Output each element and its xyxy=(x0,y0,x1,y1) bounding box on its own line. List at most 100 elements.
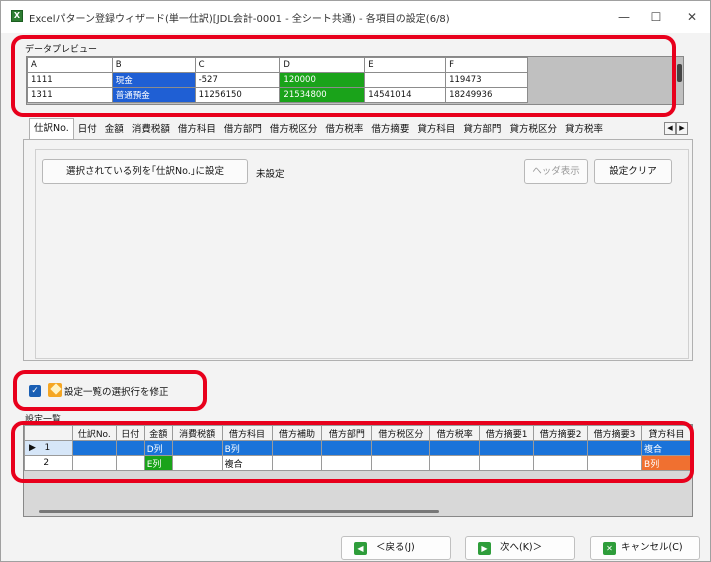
settings-cell[interactable] xyxy=(271,440,323,456)
field-tab-bar: 仕訳No. 日付 金額 消費税額 借方科目 借方部門 借方税区分 借方税率 借方… xyxy=(29,118,693,139)
row-selector[interactable]: ▶ 1 xyxy=(24,440,73,456)
back-button-label: ＜戻る(J) xyxy=(376,542,415,553)
preview-cell[interactable]: 普通預金 xyxy=(111,87,196,103)
preview-header-cell: E xyxy=(364,57,447,73)
settings-cell[interactable] xyxy=(429,440,481,456)
settings-cell[interactable] xyxy=(115,455,145,471)
preview-cell[interactable]: 120000 xyxy=(279,72,366,88)
settings-header-cell: 借方税率 xyxy=(429,425,481,441)
settings-cell[interactable] xyxy=(429,455,481,471)
minimize-button[interactable]: — xyxy=(609,7,639,27)
tab-debit-memo[interactable]: 借方摘要 xyxy=(367,121,413,139)
settings-cell[interactable]: B列 xyxy=(641,455,692,471)
preview-header-cell: A xyxy=(27,57,113,73)
cancel-button[interactable]: ✕ キャンセル(C) xyxy=(590,536,700,560)
settings-header-cell: 消費税額 xyxy=(171,425,223,441)
settings-cell[interactable]: E列 xyxy=(143,455,173,471)
preview-header-row: A B C D E F xyxy=(27,57,528,73)
settings-grid[interactable]: 仕訳No. 日付 金額 消費税額 借方科目 借方補助 借方部門 借方税区分 借方… xyxy=(23,424,693,517)
settings-cell[interactable] xyxy=(533,455,589,471)
settings-header-cell: 借方摘要2 xyxy=(533,425,589,441)
preview-row[interactable]: 1111 現金 -527 120000 119473 xyxy=(27,72,528,88)
edit-pencil-icon xyxy=(48,383,62,397)
tab-debit-tax-rate[interactable]: 借方税率 xyxy=(321,121,367,139)
settings-cell[interactable] xyxy=(371,455,431,471)
preview-cell[interactable] xyxy=(364,72,447,88)
settings-cell[interactable] xyxy=(171,455,223,471)
preview-header-cell: C xyxy=(194,57,281,73)
tab-scroll-right-icon[interactable]: ▶ xyxy=(676,122,688,135)
row-number: 2 xyxy=(43,458,50,468)
preview-row[interactable]: 1311 普通預金 11256150 21534800 14541014 182… xyxy=(27,87,528,103)
back-button[interactable]: ◀ ＜戻る(J) xyxy=(341,536,451,560)
maximize-button[interactable]: ☐ xyxy=(641,7,671,27)
back-arrow-icon: ◀ xyxy=(354,542,367,555)
tab-date[interactable]: 日付 xyxy=(74,121,101,139)
preview-cell[interactable]: 11256150 xyxy=(194,87,281,103)
settings-header-row: 仕訳No. 日付 金額 消費税額 借方科目 借方補助 借方部門 借方税区分 借方… xyxy=(24,425,692,441)
settings-cell[interactable] xyxy=(321,455,373,471)
preview-cell[interactable]: 14541014 xyxy=(364,87,447,103)
tab-journal-no[interactable]: 仕訳No. xyxy=(29,118,74,139)
settings-cell[interactable] xyxy=(479,455,535,471)
set-column-button[interactable]: 選択されている列を｢仕訳No.｣に設定 xyxy=(42,159,248,184)
preview-cell[interactable]: -527 xyxy=(194,72,281,88)
tab-amount[interactable]: 金額 xyxy=(101,121,128,139)
settings-cell[interactable] xyxy=(271,455,323,471)
tab-credit-tax-class[interactable]: 貸方税区分 xyxy=(505,121,561,139)
settings-cell[interactable]: 複合 xyxy=(221,455,273,471)
settings-cell[interactable] xyxy=(533,440,589,456)
settings-cell[interactable] xyxy=(115,440,145,456)
settings-scrollbar[interactable] xyxy=(39,510,439,513)
row-number: 1 xyxy=(44,443,51,453)
tab-tax-amount[interactable]: 消費税額 xyxy=(128,121,174,139)
settings-cell[interactable]: B列 xyxy=(221,440,273,456)
settings-cell[interactable] xyxy=(321,440,373,456)
settings-row[interactable]: 2 E列 複合 B列 xyxy=(24,455,692,471)
mapping-status: 未設定 xyxy=(256,169,285,180)
preview-cell[interactable]: 現金 xyxy=(111,72,196,88)
preview-label: データプレビュー xyxy=(25,45,98,55)
close-button[interactable]: ✕ xyxy=(677,7,707,27)
settings-cell[interactable] xyxy=(479,440,535,456)
preview-scrollbar[interactable] xyxy=(677,64,682,82)
preview-cell[interactable]: 1111 xyxy=(27,72,113,88)
tab-debit-dept[interactable]: 借方部門 xyxy=(220,121,266,139)
row-selector[interactable]: 2 xyxy=(24,455,73,471)
settings-header-cell: 金額 xyxy=(143,425,173,441)
settings-row[interactable]: ▶ 1 D列 B列 複合 xyxy=(24,440,692,456)
tab-debit-tax-class[interactable]: 借方税区分 xyxy=(266,121,322,139)
settings-header-cell: 仕訳No. xyxy=(71,425,117,441)
tab-credit-account[interactable]: 貸方科目 xyxy=(413,121,459,139)
app-icon: X xyxy=(11,10,23,22)
settings-cell[interactable] xyxy=(71,440,117,456)
preview-cell[interactable]: 21534800 xyxy=(279,87,366,103)
settings-header-cell: 借方摘要1 xyxy=(479,425,535,441)
next-button[interactable]: ▶ 次へ(K)＞ xyxy=(465,536,575,560)
tab-scroll: ◀ ▶ xyxy=(664,122,688,135)
preview-cell[interactable]: 18249936 xyxy=(445,87,528,103)
data-preview-grid[interactable]: A B C D E F 1111 現金 -527 120000 119473 1… xyxy=(26,56,684,105)
settings-cell[interactable] xyxy=(587,455,643,471)
preview-cell[interactable]: 1311 xyxy=(27,87,113,103)
tab-debit-account[interactable]: 借方科目 xyxy=(174,121,220,139)
header-display-button[interactable]: ヘッダ表示 xyxy=(524,159,588,184)
settings-cell[interactable]: 複合 xyxy=(641,440,692,456)
next-arrow-icon: ▶ xyxy=(478,542,491,555)
settings-cell[interactable]: D列 xyxy=(143,440,173,456)
settings-header-cell: 借方部門 xyxy=(321,425,373,441)
modify-selected-checkbox[interactable]: ✓ xyxy=(29,385,41,397)
next-button-label: 次へ(K)＞ xyxy=(500,542,543,553)
clear-settings-button[interactable]: 設定クリア xyxy=(594,159,672,184)
tab-credit-dept[interactable]: 貸方部門 xyxy=(459,121,505,139)
settings-cell[interactable] xyxy=(371,440,431,456)
wizard-window: X Excelパターン登録ウィザード(単一仕訳)[JDL会計-0001 - 全シ… xyxy=(0,0,711,562)
settings-cell[interactable] xyxy=(171,440,223,456)
preview-cell[interactable]: 119473 xyxy=(445,72,528,88)
settings-cell[interactable] xyxy=(587,440,643,456)
tab-scroll-left-icon[interactable]: ◀ xyxy=(664,122,676,135)
cancel-x-icon: ✕ xyxy=(603,542,616,555)
tab-credit-tax-rate[interactable]: 貸方税率 xyxy=(561,121,607,139)
settings-cell[interactable] xyxy=(71,455,117,471)
settings-header-cell: 貸方科目 xyxy=(641,425,692,441)
